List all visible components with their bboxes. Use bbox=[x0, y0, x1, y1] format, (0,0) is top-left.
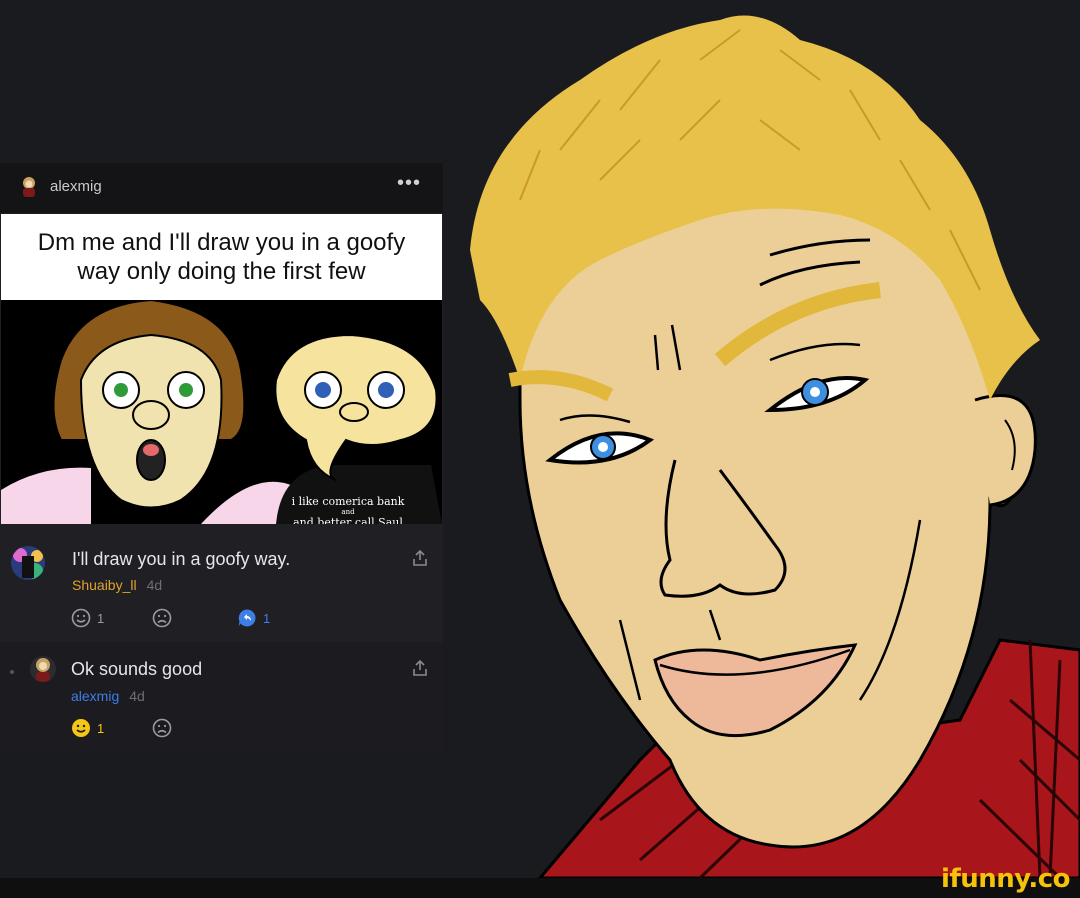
share-icon[interactable] bbox=[412, 659, 428, 677]
comment-text: I'll draw you in a goofy way. bbox=[72, 549, 291, 569]
commenter-avatar[interactable] bbox=[11, 546, 45, 580]
meme-image-text-1: i like comerica bank bbox=[292, 495, 405, 508]
comment-meta: Shuaiby_ll 4d bbox=[72, 577, 162, 593]
smile-count: 1 bbox=[97, 720, 105, 736]
share-icon[interactable] bbox=[412, 549, 428, 567]
reply-bubble-icon bbox=[238, 609, 256, 627]
smile-icon bbox=[71, 608, 91, 628]
replies-button[interactable]: 1 bbox=[237, 608, 270, 628]
bottom-strip bbox=[0, 878, 1080, 898]
post-header: alexmig ••• bbox=[0, 163, 443, 213]
commenter-avatar[interactable] bbox=[30, 656, 56, 682]
meme-image-text-3: and better call Saul bbox=[293, 516, 403, 524]
smile-icon bbox=[72, 719, 90, 737]
smile-reaction-button[interactable]: 1 bbox=[71, 608, 104, 628]
meme-image[interactable]: i like comerica bank and and better call… bbox=[1, 300, 442, 524]
smile-reaction-button[interactable]: 1 bbox=[71, 718, 104, 738]
comment-item: Ok sounds good alexmig 4d 1 bbox=[0, 642, 443, 753]
frown-reaction-button[interactable] bbox=[152, 718, 178, 738]
frown-icon bbox=[152, 608, 172, 628]
comment-item: I'll draw you in a goofy way. Shuaiby_ll… bbox=[0, 525, 443, 641]
meme-caption-text: Dm me and I'll draw you in a goofy way o… bbox=[37, 229, 406, 285]
meme-image-text-2: and bbox=[341, 508, 355, 516]
comment-text: Ok sounds good bbox=[71, 659, 203, 679]
comment-username[interactable]: alexmig bbox=[71, 688, 119, 704]
reply-count: 1 bbox=[263, 610, 271, 626]
comment-username[interactable]: Shuaiby_ll bbox=[72, 577, 137, 593]
more-options-button[interactable]: ••• bbox=[397, 172, 421, 195]
reply-indicator-dot bbox=[10, 670, 14, 674]
meme-drawing: i like comerica bank and and better call… bbox=[1, 300, 442, 524]
author-name[interactable]: alexmig bbox=[50, 178, 102, 195]
frown-icon bbox=[152, 718, 172, 738]
post-panel: alexmig ••• Dm me and I'll draw you in a… bbox=[0, 163, 443, 753]
comment-age: 4d bbox=[146, 577, 163, 593]
smile-count: 1 bbox=[97, 610, 105, 626]
comment-meta: alexmig 4d bbox=[71, 688, 145, 704]
author-avatar[interactable] bbox=[18, 176, 40, 198]
comment-age: 4d bbox=[129, 688, 145, 704]
frown-reaction-button[interactable] bbox=[152, 608, 178, 628]
meme-caption: Dm me and I'll draw you in a goofy way o… bbox=[1, 214, 442, 300]
ifunny-watermark: ifunny.co bbox=[941, 864, 1070, 894]
